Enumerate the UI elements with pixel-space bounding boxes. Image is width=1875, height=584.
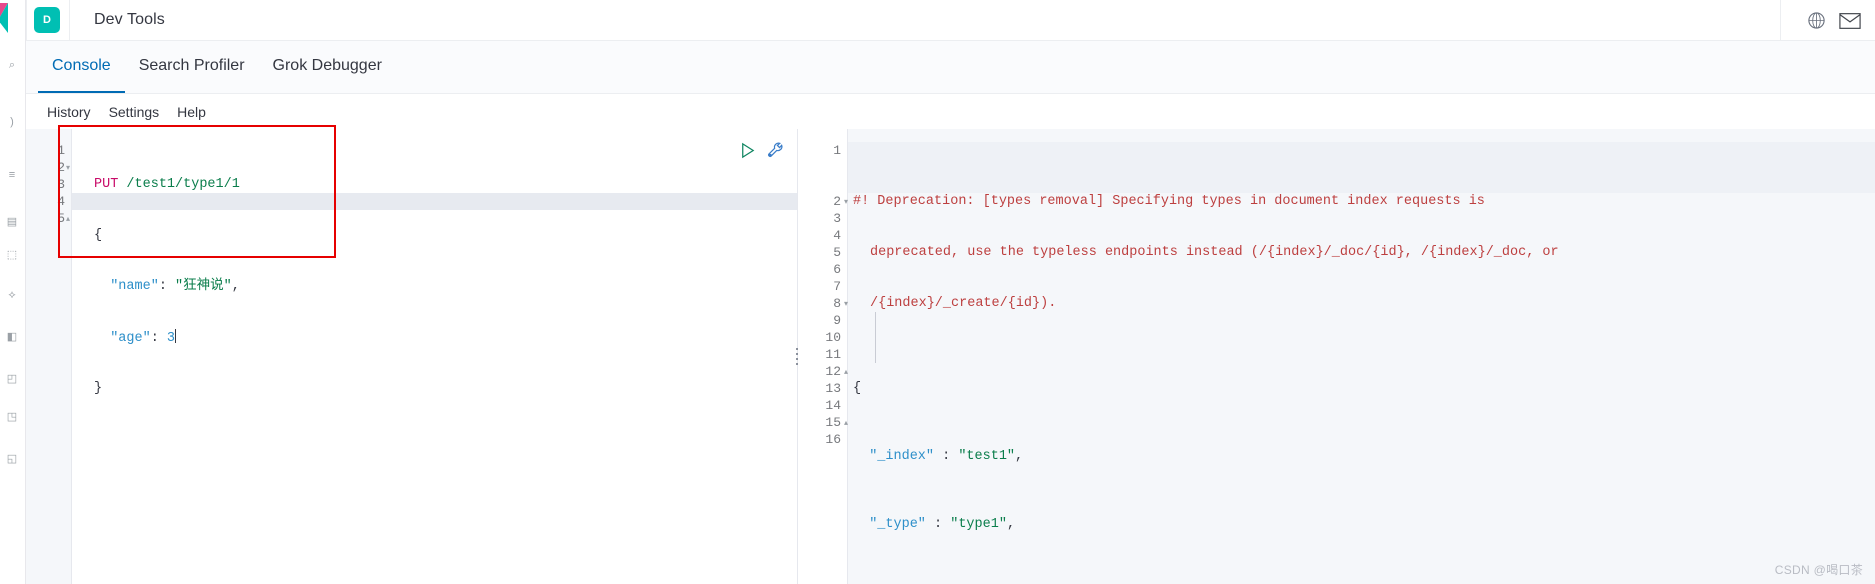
tab-grok-debugger[interactable]: Grok Debugger [259, 41, 396, 93]
dev-tools-console-page: ⌕ ) ≡ ▤ ⬚ ⟡ ◧ ◰ ◳ ◱ D Dev Tools Console … [0, 0, 1875, 584]
response-gutter: 1 2 3 4 5 6 7 8 9 10 11 12 13 14 15 16 ▾… [798, 129, 848, 584]
json-value: "狂神说" [175, 279, 232, 294]
json-key: "_index" [869, 449, 935, 464]
response-line-number: 4 [833, 228, 841, 243]
request-line-number: 5 [57, 211, 65, 226]
rail-icon-2[interactable]: ) [4, 115, 20, 129]
app-header: D Dev Tools [26, 0, 1875, 41]
request-line-number: 2 [57, 160, 65, 175]
text-caret [175, 329, 177, 343]
request-line-3: "name": "狂神说", [94, 278, 797, 295]
header-actions [1780, 0, 1875, 41]
json-separator: : [158, 279, 176, 294]
request-line-number: 1 [57, 143, 65, 158]
tab-search-profiler[interactable]: Search Profiler [125, 41, 259, 93]
rail-icon-9[interactable]: ◳ [4, 410, 20, 424]
response-line-3: "_index" : "test1", [853, 448, 1875, 465]
request-line-number: 3 [57, 177, 65, 192]
console-menu-settings[interactable]: Settings [100, 104, 169, 120]
app-badge: D [34, 7, 60, 33]
console-body: 1 2 3 4 5 ▾ ▴ PUT /test1/type1/1 { "name… [26, 125, 1875, 584]
close-brace: } [94, 381, 103, 396]
send-request-play-icon[interactable] [738, 141, 757, 160]
json-value: "test1" [958, 449, 1016, 464]
json-key: "_type" [869, 517, 926, 532]
response-line-number: 2 [833, 194, 841, 209]
console-menu-help[interactable]: Help [168, 104, 215, 120]
rail-icon-3[interactable]: ≡ [4, 168, 20, 182]
json-value: "type1" [950, 517, 1007, 532]
tab-console[interactable]: Console [38, 41, 125, 93]
rail-icon-6[interactable]: ⟡ [4, 288, 20, 302]
request-line-1: PUT /test1/type1/1 [94, 176, 797, 193]
watermark: CSDN @喝口茶 [1774, 563, 1863, 577]
rail-icon-7[interactable]: ◧ [4, 330, 20, 344]
rail-icon-4[interactable]: ▤ [4, 215, 20, 229]
request-gutter: 1 2 3 4 5 ▾ ▴ [26, 129, 72, 584]
rail-icon-5[interactable]: ⬚ [4, 248, 20, 262]
json-separator: : [150, 331, 167, 346]
response-code[interactable]: #! Deprecation: [types removal] Specifyi… [848, 129, 1875, 584]
open-brace: { [853, 381, 862, 396]
help-circle-icon[interactable] [1799, 0, 1833, 41]
request-editor-pane[interactable]: 1 2 3 4 5 ▾ ▴ PUT /test1/type1/1 { "name… [26, 125, 798, 584]
page-title: Dev Tools [94, 11, 165, 28]
indent-guide [875, 312, 876, 363]
deprecation-warning-line-2: deprecated, use the typeless endpoints i… [870, 245, 1559, 260]
json-comma: , [1015, 449, 1024, 464]
response-line-number: 5 [833, 245, 841, 260]
response-line-number: 15 [825, 415, 841, 430]
json-separator: : [925, 517, 951, 532]
response-line-number: 12 [825, 364, 841, 379]
response-pane[interactable]: 1 2 3 4 5 6 7 8 9 10 11 12 13 14 15 16 ▾… [798, 129, 1875, 584]
response-line-number: 11 [825, 347, 841, 362]
rail-icon-10[interactable]: ◱ [4, 452, 20, 466]
response-line-4: "_type" : "type1", [853, 516, 1875, 533]
json-comma: , [1006, 517, 1016, 532]
request-line-number: 4 [57, 194, 65, 209]
response-line-number: 14 [825, 398, 841, 413]
request-line-4: "age": 3 [94, 329, 797, 346]
rail-icon-1[interactable]: ⌕ [4, 58, 20, 72]
deprecation-warning-line-3: /{index}/_create/{id}). [870, 296, 1057, 311]
json-key: "age" [110, 331, 151, 346]
http-method: PUT [94, 177, 119, 192]
response-line-2: { [853, 380, 1875, 397]
response-line-number: 13 [825, 381, 841, 396]
request-code[interactable]: PUT /test1/type1/1 { "name": "狂神说", "age… [72, 129, 797, 584]
response-line-number: 9 [833, 313, 841, 328]
editor-actions [738, 141, 785, 160]
response-line-number: 3 [833, 211, 841, 226]
console-menu-history[interactable]: History [38, 104, 100, 120]
response-line-number: 8 [833, 296, 841, 311]
response-line-number: 1 [833, 143, 841, 158]
deprecation-warning-line-1: #! Deprecation: [types removal] Specifyi… [853, 194, 1485, 209]
json-comma: , [231, 279, 240, 294]
request-path: /test1/type1/1 [118, 177, 240, 192]
json-key: "name" [110, 279, 159, 294]
header-divider-mid [69, 0, 70, 41]
json-value: 3 [166, 331, 176, 346]
mail-icon[interactable] [1833, 0, 1867, 41]
response-line-number: 6 [833, 262, 841, 277]
response-line-number: 16 [825, 432, 841, 447]
request-line-2: { [94, 227, 797, 244]
json-separator: : [934, 449, 959, 464]
console-menu: History Settings Help [26, 94, 1875, 129]
kibana-logo-icon [0, 3, 8, 33]
request-line-5: } [94, 380, 797, 397]
wrench-icon[interactable] [766, 141, 785, 160]
browser-side-rail: ⌕ ) ≡ ▤ ⬚ ⟡ ◧ ◰ ◳ ◱ [0, 0, 26, 584]
rail-icon-8[interactable]: ◰ [4, 372, 20, 386]
response-line-number: 7 [833, 279, 841, 294]
response-line-number: 10 [825, 330, 841, 345]
header-divider-left [26, 0, 27, 41]
section-tabs: Console Search Profiler Grok Debugger [26, 41, 1875, 94]
open-brace: { [94, 228, 103, 243]
header-divider-right [1780, 0, 1781, 41]
